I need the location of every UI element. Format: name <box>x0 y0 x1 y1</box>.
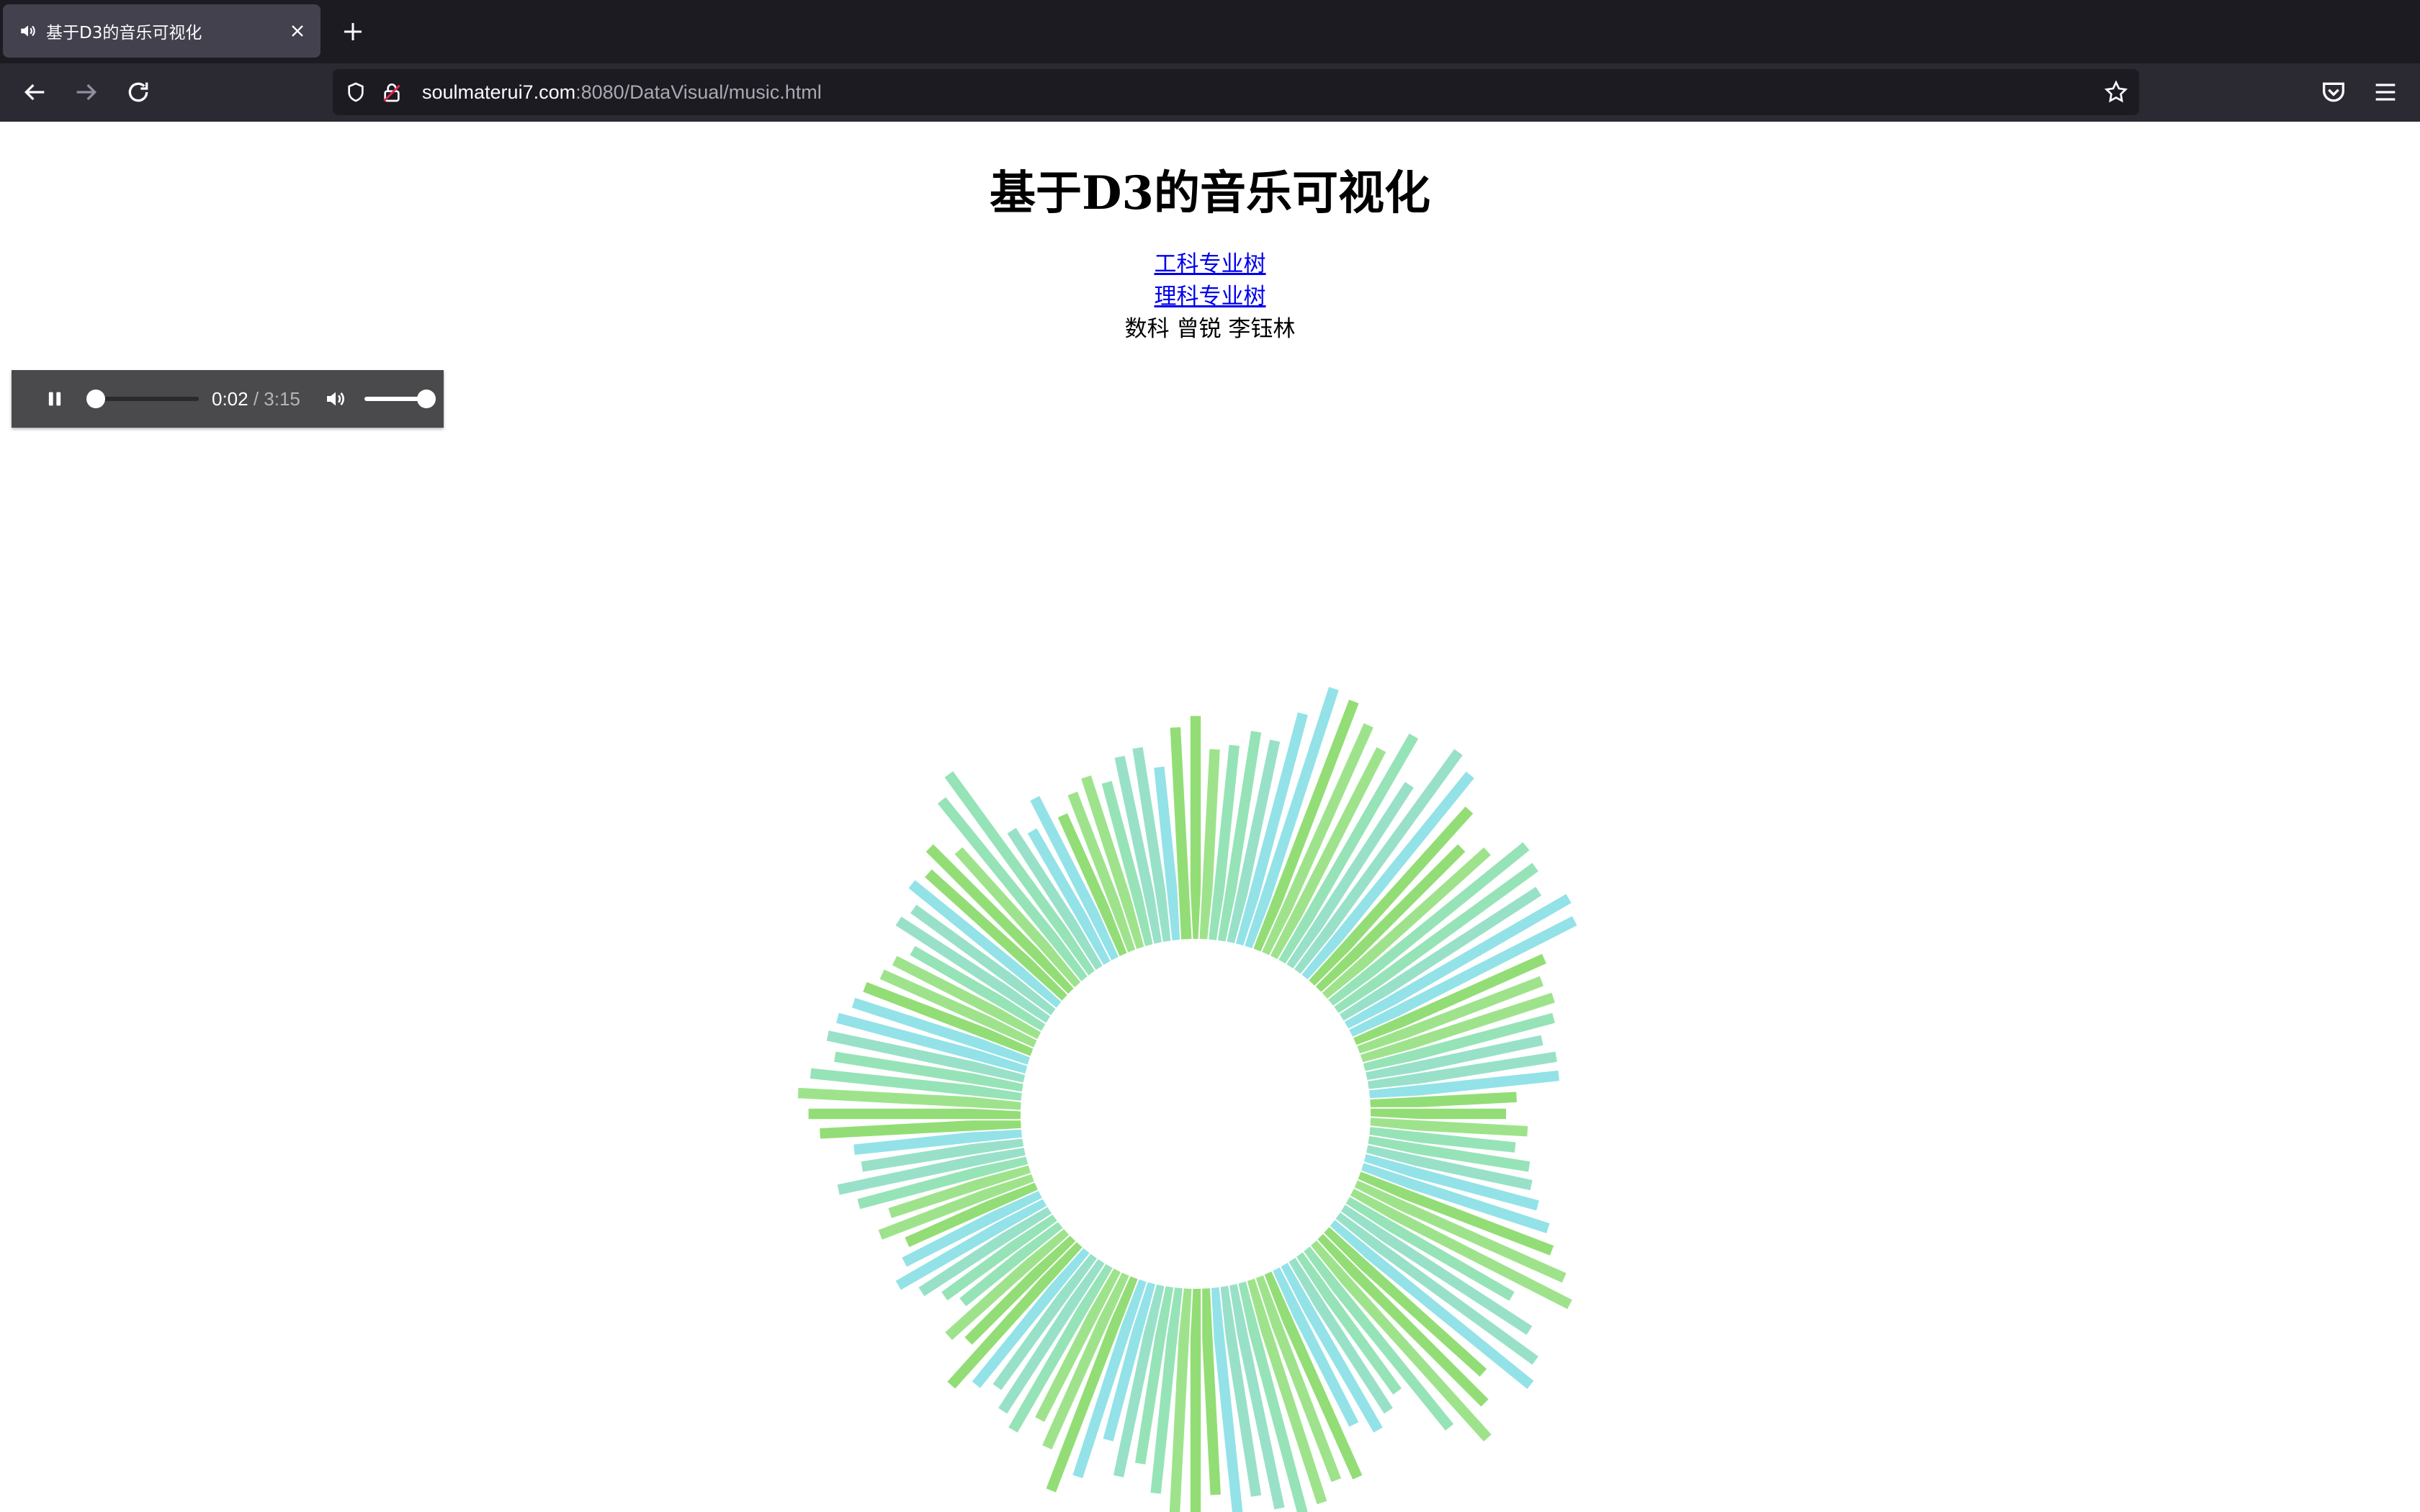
frequency-bar <box>1188 1287 1203 1512</box>
back-arrow-icon[interactable] <box>20 78 49 107</box>
tab-title: 基于D3的音乐可视化 <box>46 24 202 42</box>
header-links: 工科专业树 理科专业树 数科 曾锐 李钰林 <box>0 248 2420 346</box>
speaker-icon[interactable] <box>19 22 37 40</box>
seek-slider[interactable] <box>95 397 199 401</box>
browser-chrome: 基于D3的音乐可视化 soulmaterui7.com:8080/DataVis… <box>0 0 2420 122</box>
address-bar[interactable]: soulmaterui7.com:8080/DataVisual/music.h… <box>333 69 2139 115</box>
shield-icon[interactable] <box>344 81 367 104</box>
close-icon[interactable] <box>287 21 308 41</box>
tab-strip: 基于D3的音乐可视化 <box>0 0 2420 63</box>
current-time: 0:02 <box>212 388 248 410</box>
url-path: :8080/DataVisual/music.html <box>575 81 822 103</box>
frequency-bar <box>807 1107 1022 1121</box>
time-separator: / <box>248 388 264 410</box>
pocket-icon[interactable] <box>2319 78 2348 107</box>
time-display: 0:02 / 3:15 <box>212 370 300 428</box>
volume-icon[interactable] <box>323 387 349 410</box>
seek-thumb[interactable] <box>86 390 106 408</box>
frequency-bar <box>1188 714 1203 941</box>
browser-tab[interactable]: 基于D3的音乐可视化 <box>3 4 321 58</box>
authors-text: 数科 曾锐 李钰林 <box>1124 316 1296 342</box>
hamburger-menu-icon[interactable] <box>2371 78 2400 107</box>
plus-icon[interactable] <box>340 19 366 45</box>
engineering-tree-link[interactable]: 工科专业树 <box>1155 251 1266 277</box>
duration: 3:15 <box>264 388 300 410</box>
forward-arrow-icon[interactable] <box>72 78 101 107</box>
science-tree-link[interactable]: 理科专业树 <box>1155 284 1266 310</box>
url-host: soulmaterui7.com <box>422 81 576 103</box>
volume-thumb[interactable] <box>417 390 436 408</box>
page-content: 基于D3的音乐可视化 工科专业树 理科专业树 数科 曾锐 李钰林 0:02 / … <box>0 122 2420 1512</box>
navigation-toolbar: soulmaterui7.com:8080/DataVisual/music.h… <box>0 63 2420 122</box>
pause-icon[interactable] <box>45 389 65 409</box>
insecure-lock-icon[interactable] <box>380 81 403 104</box>
star-icon[interactable] <box>2103 79 2129 105</box>
audio-player: 0:02 / 3:15 <box>12 370 444 428</box>
reload-icon[interactable] <box>124 78 153 107</box>
center-circle <box>1024 942 1367 1285</box>
url-text[interactable]: soulmaterui7.com:8080/DataVisual/music.h… <box>422 69 822 115</box>
page-title: 基于D3的音乐可视化 <box>989 166 1431 220</box>
